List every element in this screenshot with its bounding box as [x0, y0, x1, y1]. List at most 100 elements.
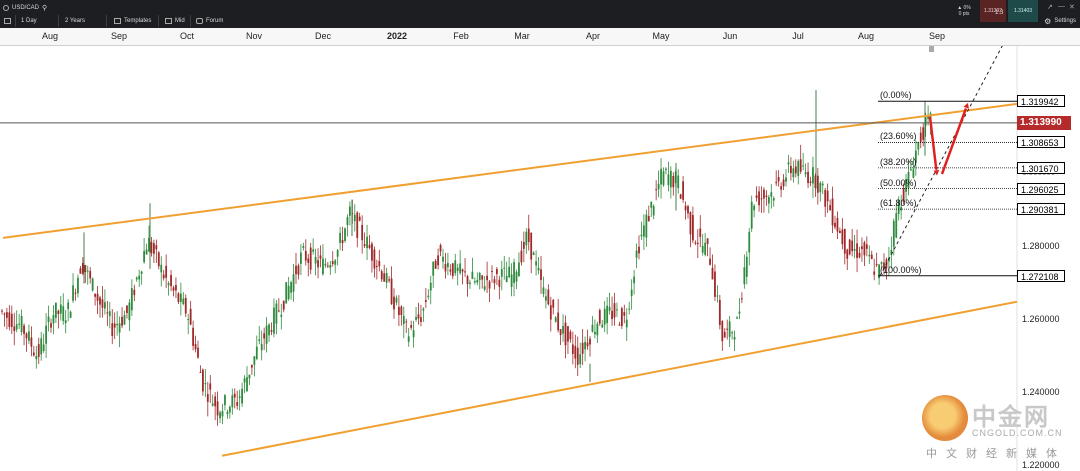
candle-body	[645, 214, 648, 238]
candle-body	[829, 205, 831, 211]
candle-body	[461, 269, 464, 272]
layout-button[interactable]	[4, 15, 11, 27]
candle-body	[172, 287, 175, 291]
fib-level-label: (23.60%)	[880, 131, 917, 142]
candle-body	[126, 305, 128, 313]
channel-upper-line[interactable]	[2, 102, 1018, 239]
candle-body	[792, 168, 795, 178]
x-tick-label: Oct	[179, 31, 195, 41]
candle-body	[69, 311, 72, 318]
candle-body	[167, 283, 170, 286]
candle-body	[870, 254, 873, 260]
search-icon[interactable]: ⚲	[42, 4, 47, 12]
fib-level-label: (38.20%)	[880, 156, 917, 167]
candle-body	[302, 246, 305, 248]
candle-body	[81, 263, 84, 274]
candle-body	[412, 330, 415, 338]
candle-body	[785, 177, 787, 182]
fibonacci-retracement[interactable]	[878, 100, 1017, 277]
candle-body	[282, 300, 285, 310]
symbol-selector[interactable]: USD/CAD ⚲	[3, 2, 47, 14]
time-marker[interactable]	[929, 46, 934, 52]
candle-body	[547, 289, 550, 305]
candle-body	[380, 271, 383, 280]
candle-body	[238, 396, 241, 398]
candle-body	[209, 383, 212, 390]
ask-button[interactable]: 1.31403	[1008, 0, 1038, 22]
candle-body	[138, 275, 141, 280]
candle-body	[569, 331, 572, 340]
candle-body	[726, 328, 729, 330]
candle-body	[853, 248, 856, 251]
candle-body	[618, 324, 621, 326]
candle-body	[581, 342, 584, 354]
price-type-label: Mid	[175, 18, 185, 24]
candle-body	[486, 275, 488, 281]
candle-body	[780, 186, 782, 190]
candle-body	[59, 304, 62, 314]
symbol-label: USD/CAD	[12, 5, 40, 11]
candle-body	[711, 267, 714, 280]
candle-body	[579, 354, 582, 365]
candle-body	[797, 161, 800, 176]
candle-body	[633, 276, 635, 284]
templates-label: Templates	[124, 18, 152, 24]
candle-body	[804, 172, 807, 175]
candle-body	[28, 331, 30, 341]
candle-body	[657, 183, 660, 190]
forum-button[interactable]: Forum	[196, 15, 223, 27]
x-tick-label: Nov	[245, 31, 263, 41]
fib-price-tag: 1.301670	[1017, 161, 1065, 174]
watermark-name: 中金网	[972, 404, 1050, 431]
candle-body	[211, 403, 214, 406]
candle-body	[895, 213, 898, 238]
candle-body	[20, 315, 23, 333]
candle-body	[469, 282, 471, 285]
candle-body	[478, 273, 481, 281]
templates-button[interactable]: Templates	[114, 15, 151, 27]
candle-body	[571, 344, 574, 354]
settings-button[interactable]: ⚙ Settings	[1044, 15, 1076, 27]
candle-body	[856, 243, 858, 258]
candle-body	[684, 205, 687, 211]
price-chart[interactable]	[0, 46, 1080, 471]
candle-body	[189, 308, 192, 325]
current-price-tag: 1.313990	[1017, 115, 1071, 130]
candle-body	[721, 321, 724, 342]
fib-level-label: (50.00%)	[880, 177, 917, 188]
candle-body	[655, 189, 658, 191]
candle-body	[1, 310, 3, 312]
candle-body	[140, 271, 143, 274]
candle-body	[153, 243, 155, 254]
candle-body	[576, 347, 579, 365]
range-selector[interactable]: 2 Years	[65, 15, 85, 27]
price-type-selector[interactable]: Mid	[165, 15, 185, 27]
candle-body	[647, 215, 650, 222]
candle-body	[630, 289, 633, 297]
candle-body	[37, 344, 40, 357]
minimize-icon[interactable]: —	[1058, 3, 1065, 10]
candle-body	[228, 406, 231, 413]
candle-body	[589, 338, 591, 345]
candle-body	[498, 279, 501, 287]
expand-icon[interactable]: ↗	[1047, 3, 1053, 11]
fib-price-tag: 1.308653	[1017, 136, 1065, 149]
candle-body	[326, 265, 329, 267]
candle-body	[57, 310, 60, 314]
candle-body	[628, 308, 631, 310]
close-icon[interactable]: ✕	[1069, 3, 1075, 11]
settings-label: Settings	[1054, 18, 1076, 24]
candle-body	[344, 228, 346, 241]
candle-body	[741, 298, 743, 300]
candle-body	[863, 242, 866, 256]
candle-body	[415, 317, 417, 320]
candle-body	[868, 254, 871, 257]
candle-body	[150, 242, 153, 254]
candle-body	[525, 231, 528, 246]
candle-body	[824, 189, 827, 207]
candle-body	[101, 299, 104, 308]
interval-selector[interactable]: 1 Day	[21, 15, 37, 27]
candle-body	[505, 275, 508, 283]
x-tick-label: Sep	[110, 31, 128, 41]
candle-body	[459, 263, 462, 274]
